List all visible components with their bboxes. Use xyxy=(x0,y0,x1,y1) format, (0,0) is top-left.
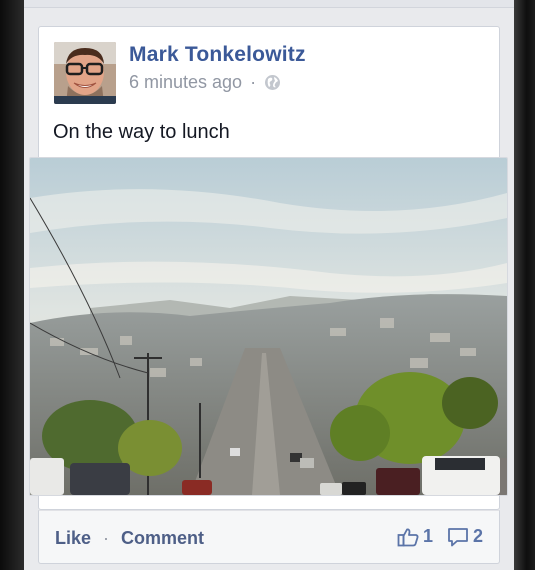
like-count-button[interactable]: 1 xyxy=(397,526,433,547)
meta-separator: · xyxy=(250,72,257,92)
like-count: 1 xyxy=(422,526,433,546)
action-separator: · xyxy=(103,528,110,548)
post-photo[interactable] xyxy=(30,158,507,495)
timestamp[interactable]: 6 minutes ago xyxy=(129,72,242,93)
comment-bubble-icon xyxy=(448,527,468,546)
story-actions: Like · Comment xyxy=(55,528,204,549)
story-footer: Like · Comment 1 2 xyxy=(38,510,500,564)
comment-count: 2 xyxy=(472,526,483,546)
like-button[interactable]: Like xyxy=(55,528,91,549)
city-street-photo xyxy=(30,158,507,495)
device-bezel-left xyxy=(0,0,24,570)
feedback-counts: 1 2 xyxy=(383,526,483,547)
device-bezel-right xyxy=(514,0,535,570)
comment-button[interactable]: Comment xyxy=(121,528,204,549)
story-meta: 6 minutes ago · xyxy=(129,72,281,93)
avatar-photo xyxy=(54,42,116,104)
post-text: On the way to lunch xyxy=(53,121,230,143)
author-name[interactable]: Mark Tonkelowitz xyxy=(129,43,306,67)
thumbs-up-icon xyxy=(397,528,419,546)
previous-story-edge xyxy=(24,0,514,8)
comment-count-button[interactable]: 2 xyxy=(447,526,483,547)
globe-icon[interactable] xyxy=(264,74,281,91)
avatar[interactable] xyxy=(54,42,116,104)
